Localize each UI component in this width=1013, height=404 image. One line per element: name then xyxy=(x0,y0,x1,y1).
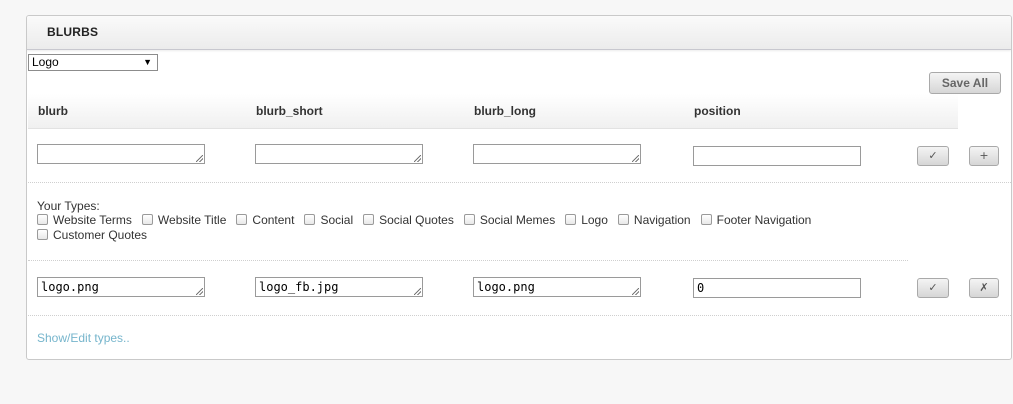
resize-grip-icon xyxy=(414,155,422,163)
resize-grip-icon xyxy=(196,288,204,296)
check-icon: ✓ xyxy=(928,281,938,294)
blurb-short-textarea[interactable]: logo_fb.jpg xyxy=(255,277,423,297)
type-checkbox-item[interactable]: Customer Quotes xyxy=(37,228,147,243)
type-select[interactable]: Logo ▼ xyxy=(28,54,158,71)
panel-title: BLURBS xyxy=(47,25,99,39)
type-checkbox-item[interactable]: Footer Navigation xyxy=(700,213,811,228)
checkbox[interactable] xyxy=(617,214,629,225)
column-header-blurb: blurb xyxy=(38,104,68,118)
resize-grip-icon xyxy=(632,288,640,296)
type-checkbox-item[interactable]: Content xyxy=(236,213,294,228)
type-checkbox-item[interactable]: Social Quotes xyxy=(363,213,454,228)
row-divider xyxy=(28,182,1011,183)
checkbox[interactable] xyxy=(565,214,577,225)
type-checkbox-item[interactable]: Navigation xyxy=(617,213,691,228)
confirm-new-button[interactable]: ✓ xyxy=(917,146,949,166)
type-checkbox-item[interactable]: Website Title xyxy=(141,213,226,228)
panel-header xyxy=(27,16,1011,50)
type-checkbox-item[interactable]: Social xyxy=(304,213,353,228)
new-blurb-long-textarea[interactable] xyxy=(473,144,641,164)
type-checkbox-item[interactable]: Logo xyxy=(565,213,608,228)
types-label: Your Types: xyxy=(37,199,100,213)
row-divider xyxy=(28,315,1011,316)
checkbox[interactable] xyxy=(37,214,48,225)
delete-row-button[interactable]: ✗ xyxy=(969,278,999,298)
resize-grip-icon xyxy=(196,155,204,163)
new-blurb-textarea[interactable] xyxy=(37,144,205,164)
checkbox[interactable] xyxy=(37,229,48,240)
plus-icon: + xyxy=(979,149,989,162)
blurbs-panel: BLURBS Logo ▼ Save All blurb blurb_short… xyxy=(26,15,1012,360)
show-edit-types-link[interactable]: Show/Edit types.. xyxy=(37,331,130,345)
blurb-textarea[interactable]: logo.png xyxy=(37,277,205,297)
check-icon: ✓ xyxy=(928,149,938,162)
column-header-position: position xyxy=(694,104,741,118)
confirm-row-button[interactable]: ✓ xyxy=(917,278,949,298)
checkbox[interactable] xyxy=(141,214,153,225)
dropdown-arrow-icon: ▼ xyxy=(143,57,152,67)
types-checkbox-list: Website Terms Website Title Content Social S… xyxy=(37,213,907,243)
add-row-button[interactable]: + xyxy=(969,146,999,166)
type-checkbox-item[interactable]: Website Terms xyxy=(37,213,132,228)
blurb-long-textarea[interactable]: logo.png xyxy=(473,277,641,297)
checkbox[interactable] xyxy=(700,214,712,225)
new-position-input[interactable] xyxy=(693,146,861,166)
position-input[interactable]: 0 xyxy=(693,278,861,298)
new-blurb-short-textarea[interactable] xyxy=(255,144,423,164)
column-header-blurb-long: blurb_long xyxy=(474,104,536,118)
delete-x-icon: ✗ xyxy=(979,281,989,294)
checkbox[interactable] xyxy=(463,214,475,225)
type-select-value: Logo xyxy=(32,55,59,69)
checkbox[interactable] xyxy=(304,214,316,225)
type-checkbox-item[interactable]: Social Memes xyxy=(463,213,555,228)
checkbox[interactable] xyxy=(236,214,248,225)
resize-grip-icon xyxy=(414,288,422,296)
resize-grip-icon xyxy=(632,155,640,163)
column-header-blurb-short: blurb_short xyxy=(256,104,323,118)
row-divider xyxy=(28,260,908,261)
save-all-button[interactable]: Save All xyxy=(929,72,1001,94)
checkbox[interactable] xyxy=(363,214,375,225)
